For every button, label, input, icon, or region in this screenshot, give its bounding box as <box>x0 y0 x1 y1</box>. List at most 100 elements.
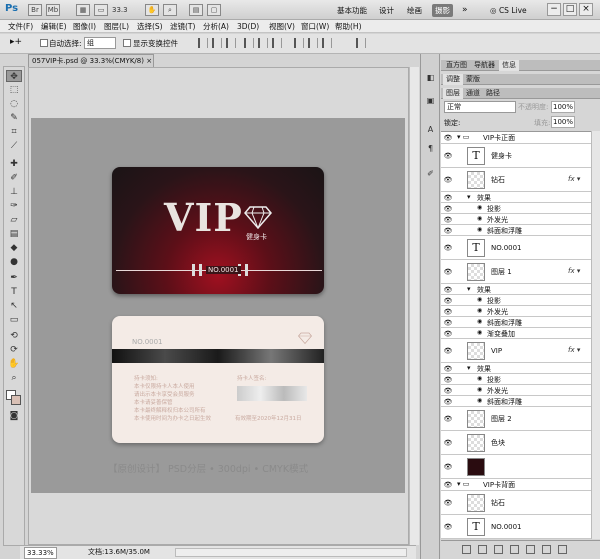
visibility-eye-icon[interactable]: 👁 <box>443 243 453 253</box>
quick-mask-icon[interactable]: ◙ <box>6 410 22 422</box>
effects-toggle-icon[interactable]: ▾ <box>467 193 471 201</box>
visibility-eye-icon[interactable]: 👁 <box>443 329 453 339</box>
arrange-docs-icon[interactable]: ▤ <box>189 4 203 16</box>
effect-visibility-icon[interactable]: ◉ <box>477 329 482 336</box>
visibility-eye-icon[interactable]: 👁 <box>443 318 453 328</box>
type-tool-icon[interactable]: T <box>6 286 22 298</box>
view-extras-icon[interactable]: ▦ <box>76 4 90 16</box>
layer-row[interactable] <box>441 407 591 431</box>
align-bottom-icon[interactable] <box>226 38 236 48</box>
hand-tool-icon[interactable]: ✋ <box>145 4 159 16</box>
brush-tool-icon[interactable]: ✐ <box>6 172 22 184</box>
effect-visibility-icon[interactable]: ◉ <box>477 375 482 382</box>
lasso-tool-icon[interactable]: ◌ <box>6 98 22 110</box>
group-folder-icon[interactable]: ▾ ▭ <box>457 480 469 488</box>
auto-select-checkbox[interactable] <box>40 39 48 47</box>
visibility-eye-icon[interactable]: 👁 <box>443 307 453 317</box>
layer-effect-row[interactable] <box>441 328 591 339</box>
link-layers-icon[interactable] <box>462 545 471 554</box>
align-left-icon[interactable] <box>244 38 254 48</box>
horizontal-scrollbar[interactable] <box>175 548 407 557</box>
layer-effect-row[interactable] <box>441 363 591 374</box>
path-select-tool-icon[interactable]: ↖ <box>6 300 22 312</box>
menu-image[interactable]: 图像(I) <box>73 21 96 32</box>
effect-visibility-icon[interactable]: ◉ <box>477 318 482 325</box>
menu-filter[interactable]: 滤镜(T) <box>170 21 195 32</box>
tab-layers[interactable]: 图层 <box>443 88 463 99</box>
effect-visibility-icon[interactable]: ◉ <box>477 397 482 404</box>
visibility-eye-icon[interactable]: 👁 <box>443 522 453 532</box>
3d-orbit-tool-icon[interactable]: ⟳ <box>6 344 22 356</box>
visibility-eye-icon[interactable]: 👁 <box>443 346 453 356</box>
layers-scrollbar[interactable] <box>591 131 600 539</box>
layer-effect-row[interactable] <box>441 192 591 203</box>
distribute-top-icon[interactable] <box>294 38 304 48</box>
zoom-level-icon[interactable]: ▭ <box>94 4 108 16</box>
blur-tool-icon[interactable]: ◆ <box>6 242 22 254</box>
workspace-design[interactable]: 设计 <box>376 4 397 17</box>
layer-fx-icon[interactable]: fx ▾ <box>568 175 580 183</box>
layer-row[interactable] <box>441 431 591 455</box>
tab-channels[interactable]: 通道 <box>463 88 483 99</box>
eyedropper-tool-icon[interactable]: ⟋ <box>6 140 22 152</box>
show-transform-checkbox[interactable] <box>123 39 131 47</box>
visibility-eye-icon[interactable]: 👁 <box>443 364 453 374</box>
new-layer-icon[interactable] <box>542 545 551 554</box>
healing-tool-icon[interactable]: ✚ <box>6 158 22 170</box>
tab-info[interactable]: 信息 <box>499 60 519 71</box>
blend-mode-dropdown[interactable]: 正常 <box>444 101 516 113</box>
visibility-eye-icon[interactable]: 👁 <box>443 397 453 407</box>
effect-visibility-icon[interactable]: ◉ <box>477 215 482 222</box>
effects-toggle-icon[interactable]: ▾ <box>467 285 471 293</box>
distribute-bottom-icon[interactable] <box>322 38 332 48</box>
hand-tool-icon[interactable]: ✋ <box>6 358 22 370</box>
brush-panel-icon[interactable]: ✐ <box>424 168 437 180</box>
visibility-eye-icon[interactable]: 👁 <box>443 480 453 490</box>
workspace-essentials[interactable]: 基本功能 <box>334 4 370 17</box>
layer-row[interactable] <box>441 144 591 168</box>
layer-effect-row[interactable] <box>441 385 591 396</box>
visibility-eye-icon[interactable]: 👁 <box>443 267 453 277</box>
shape-tool-icon[interactable]: ▭ <box>6 314 22 326</box>
opacity-input[interactable]: 100% <box>551 101 575 113</box>
visibility-eye-icon[interactable]: 👁 <box>443 498 453 508</box>
visibility-eye-icon[interactable]: 👁 <box>443 285 453 295</box>
history-brush-tool-icon[interactable]: ✑ <box>6 200 22 212</box>
minimize-button[interactable]: − <box>547 3 561 16</box>
effect-visibility-icon[interactable]: ◉ <box>477 204 482 211</box>
zoom-tool-icon[interactable]: ⌕ <box>6 372 22 384</box>
delete-layer-icon[interactable] <box>558 545 567 554</box>
layer-row[interactable] <box>441 491 591 515</box>
auto-select-target-dropdown[interactable]: 组 <box>84 37 116 49</box>
workspace-painting[interactable]: 绘画 <box>404 4 425 17</box>
distribute-vcenter-icon[interactable] <box>308 38 318 48</box>
visibility-eye-icon[interactable]: 👁 <box>443 175 453 185</box>
visibility-eye-icon[interactable]: 👁 <box>443 414 453 424</box>
visibility-eye-icon[interactable]: 👁 <box>443 193 453 203</box>
tab-paths[interactable]: 路径 <box>483 88 503 99</box>
layer-effect-row[interactable] <box>441 284 591 295</box>
effects-toggle-icon[interactable]: ▾ <box>467 364 471 372</box>
zoom-tool-icon[interactable]: ⌕ <box>163 4 177 16</box>
group-folder-icon[interactable]: ▾ ▭ <box>457 133 469 141</box>
layer-effect-row[interactable] <box>441 295 591 306</box>
visibility-eye-icon[interactable]: 👁 <box>443 215 453 225</box>
visibility-eye-icon[interactable]: 👁 <box>443 296 453 306</box>
paragraph-panel-icon[interactable]: ¶ <box>424 143 437 155</box>
align-hcenter-icon[interactable] <box>258 38 268 48</box>
menu-edit[interactable]: 编辑(E) <box>41 21 67 32</box>
menu-file[interactable]: 文件(F) <box>8 21 33 32</box>
tool-preset-picker[interactable]: ▸+ <box>10 37 22 47</box>
bridge-icon[interactable]: Br <box>28 4 42 16</box>
move-tool-icon[interactable]: ✥ <box>6 70 22 82</box>
tab-masks[interactable]: 蒙版 <box>463 74 483 85</box>
maximize-button[interactable]: □ <box>563 3 577 16</box>
vertical-scrollbar[interactable] <box>409 67 419 545</box>
menu-view[interactable]: 视图(V) <box>269 21 295 32</box>
layer-style-icon[interactable] <box>478 545 487 554</box>
auto-align-icon[interactable] <box>356 38 366 48</box>
gradient-tool-icon[interactable]: ▤ <box>6 228 22 240</box>
visibility-eye-icon[interactable]: 👁 <box>443 133 453 143</box>
close-button[interactable]: × <box>579 3 593 16</box>
effect-visibility-icon[interactable]: ◉ <box>477 307 482 314</box>
